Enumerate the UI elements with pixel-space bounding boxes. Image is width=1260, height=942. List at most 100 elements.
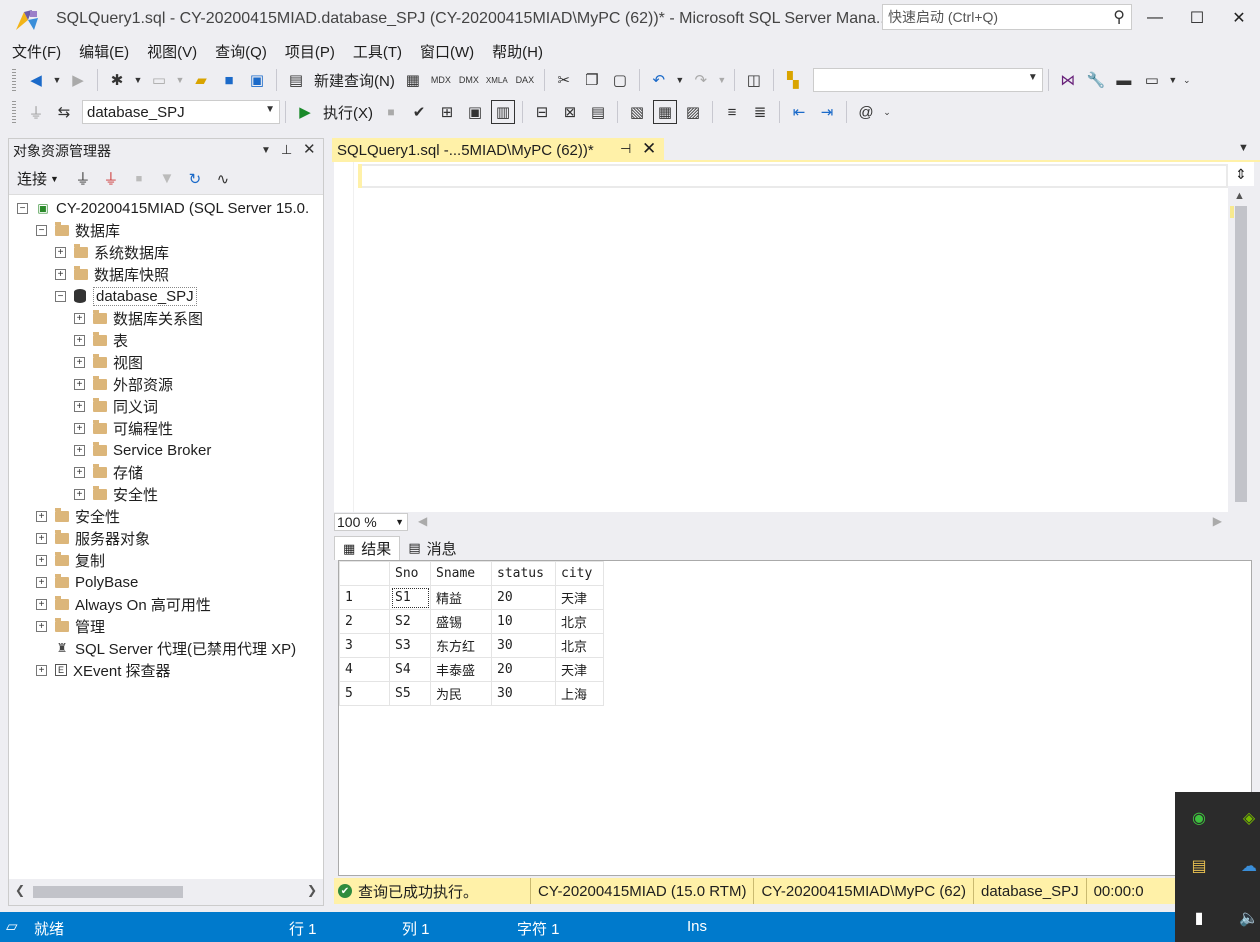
close-panel-icon[interactable]: ✕ [303,140,316,158]
collapse-icon[interactable]: − [55,290,66,302]
tree-node-db-security[interactable]: + 安全性 [74,483,158,505]
collapse-icon[interactable]: − [36,224,47,236]
expand-icon[interactable]: + [36,598,47,610]
redo-icon[interactable]: ↷ [689,68,713,92]
properties-wrench-icon[interactable]: 🔧 [1084,68,1108,92]
scrollbar-thumb[interactable] [33,886,183,898]
table-cell[interactable]: S4 [389,657,431,682]
zoom-combo[interactable]: 100 % ▼ [334,513,408,531]
stop-icon[interactable]: ■ [127,167,151,191]
expand-icon[interactable]: + [74,312,85,324]
tree-node-polybase[interactable]: + PolyBase [36,571,138,593]
tree-node-xevent-profiler[interactable]: + E XEvent 探查器 [36,659,171,681]
split-window-icon[interactable]: ⇕ [1228,162,1254,186]
row-number[interactable]: 1 [339,585,390,610]
table-cell[interactable]: S3 [389,633,431,658]
new-project-dropdown-icon[interactable]: ▼ [133,68,143,92]
menu-edit[interactable]: 编辑(E) [73,41,135,62]
client-stats-icon[interactable]: ▤ [586,100,610,124]
paste-icon[interactable]: ▢ [608,68,632,92]
table-cell[interactable]: 丰泰盛 [430,657,492,682]
results-grid[interactable]: Sno Sname status city 1 S1 精益 20 天津 2 S2… [338,560,1252,876]
estimated-plan-icon[interactable]: ⊞ [435,100,459,124]
command-window-icon[interactable]: ▭ [1140,68,1164,92]
editor-vertical-scrollbar[interactable]: ⇕ ▲ [1228,162,1254,512]
tree-node-storage[interactable]: + 存储 [74,461,143,483]
pin-tab-icon[interactable]: ⊣ [620,141,631,157]
pin-icon[interactable]: ⊥ [281,142,292,158]
nvidia-icon[interactable]: ◈ [1237,806,1260,830]
back-dropdown-icon[interactable]: ▼ [52,68,62,92]
collapse-icon[interactable]: − [17,202,28,214]
tree-node-external-resources[interactable]: + 外部资源 [74,373,173,395]
tab-messages[interactable]: ▤ 消息 [400,536,464,560]
tree-node-sql-agent[interactable]: ♜ SQL Server 代理(已禁用代理 XP) [55,637,297,659]
disconnect-icon[interactable]: ⏚ [99,167,123,191]
add-item-dropdown-icon[interactable]: ▼ [175,68,185,92]
table-cell[interactable]: 30 [491,633,556,658]
tab-results[interactable]: ▦ 结果 [334,536,401,560]
xmla-query-icon[interactable]: XMLA [485,68,509,92]
menu-tools[interactable]: 工具(T) [347,41,408,62]
tree-node-management[interactable]: + 管理 [36,615,105,637]
save-icon[interactable]: ■ [217,68,241,92]
expand-icon[interactable]: + [36,532,47,544]
column-header[interactable]: Sname [430,561,492,586]
execute-button[interactable]: 执行(X) [323,102,373,123]
sql-agent-tray-icon[interactable]: ▤ [1187,854,1211,878]
table-cell[interactable]: S1 [389,585,431,610]
solution-config-combo[interactable]: ▼ [812,68,1043,92]
tab-sqlquery1[interactable]: SQLQuery1.sql -...5MIAD\MyPC (62))* ⊣ ✕ [332,138,664,162]
results-to-text-icon[interactable]: ▧ [625,100,649,124]
open-file-icon[interactable]: ▰ [189,68,213,92]
expand-icon[interactable]: + [55,268,66,280]
undo-icon[interactable]: ↶ [647,68,671,92]
minimize-button[interactable]: — [1132,2,1178,34]
connect-object-explorer-icon[interactable]: ⏚ [71,167,95,191]
tree-node-database-spj[interactable]: − database_SPJ [55,285,197,307]
comment-lines-icon[interactable]: ≡ [720,100,744,124]
menu-query[interactable]: 查询(Q) [209,41,273,62]
tree-node-database-snapshots[interactable]: + 数据库快照 [55,263,169,285]
expand-icon[interactable]: + [36,576,47,588]
table-cell[interactable]: 天津 [555,585,604,610]
add-item-icon[interactable]: ▭ [147,68,171,92]
toolbar-overflow-icon[interactable]: ⌄ [882,100,892,124]
live-stats-icon[interactable]: ⊠ [558,100,582,124]
tree-node-diagrams[interactable]: + 数据库关系图 [74,307,203,329]
expand-icon[interactable]: + [74,488,85,500]
cloud-app-icon[interactable]: ☁ [1237,854,1260,878]
new-project-icon[interactable]: ✱ [105,68,129,92]
save-all-icon[interactable]: ▣ [245,68,269,92]
column-header[interactable]: Sno [389,561,431,586]
activity-pulse-icon[interactable]: ∿ [211,167,235,191]
close-tab-icon[interactable]: ✕ [642,139,656,159]
wechat-icon[interactable]: ◉ [1187,806,1211,830]
find-in-files-icon[interactable]: ▚ [781,68,805,92]
row-number-header[interactable] [339,561,390,586]
tree-node-server[interactable]: − ▣ CY-20200415MIAD (SQL Server 15.0. [17,197,309,219]
toolbar-overflow-icon[interactable]: ⌄ [1182,68,1192,92]
table-cell[interactable]: S2 [389,609,431,634]
cancel-query-icon[interactable]: ■ [379,100,403,124]
quick-launch-input[interactable]: 快速启动 (Ctrl+Q) ⚲ [882,4,1132,30]
menu-help[interactable]: 帮助(H) [486,41,549,62]
expand-icon[interactable]: + [74,356,85,368]
table-cell[interactable]: 为民 [430,681,492,706]
copy-icon[interactable]: ❐ [580,68,604,92]
sql-editor[interactable] [334,162,1254,512]
table-cell[interactable]: 20 [491,585,556,610]
tree-node-tables[interactable]: + 表 [74,329,128,351]
expand-icon[interactable]: + [36,620,47,632]
column-header[interactable]: city [555,561,604,586]
table-cell[interactable]: 盛锡 [430,609,492,634]
actual-plan-icon[interactable]: ⊟ [530,100,554,124]
table-cell[interactable]: 上海 [555,681,604,706]
available-databases-combo[interactable]: database_SPJ ▼ [82,100,280,124]
refresh-icon[interactable]: ↻ [183,167,207,191]
scroll-right-icon[interactable]: ▶ [1213,514,1222,528]
dax-query-icon[interactable]: DAX [513,68,537,92]
search-icon[interactable]: ⚲ [1113,7,1125,27]
tree-node-programmability[interactable]: + 可编程性 [74,417,173,439]
tree-node-server-objects[interactable]: + 服务器对象 [36,527,150,549]
